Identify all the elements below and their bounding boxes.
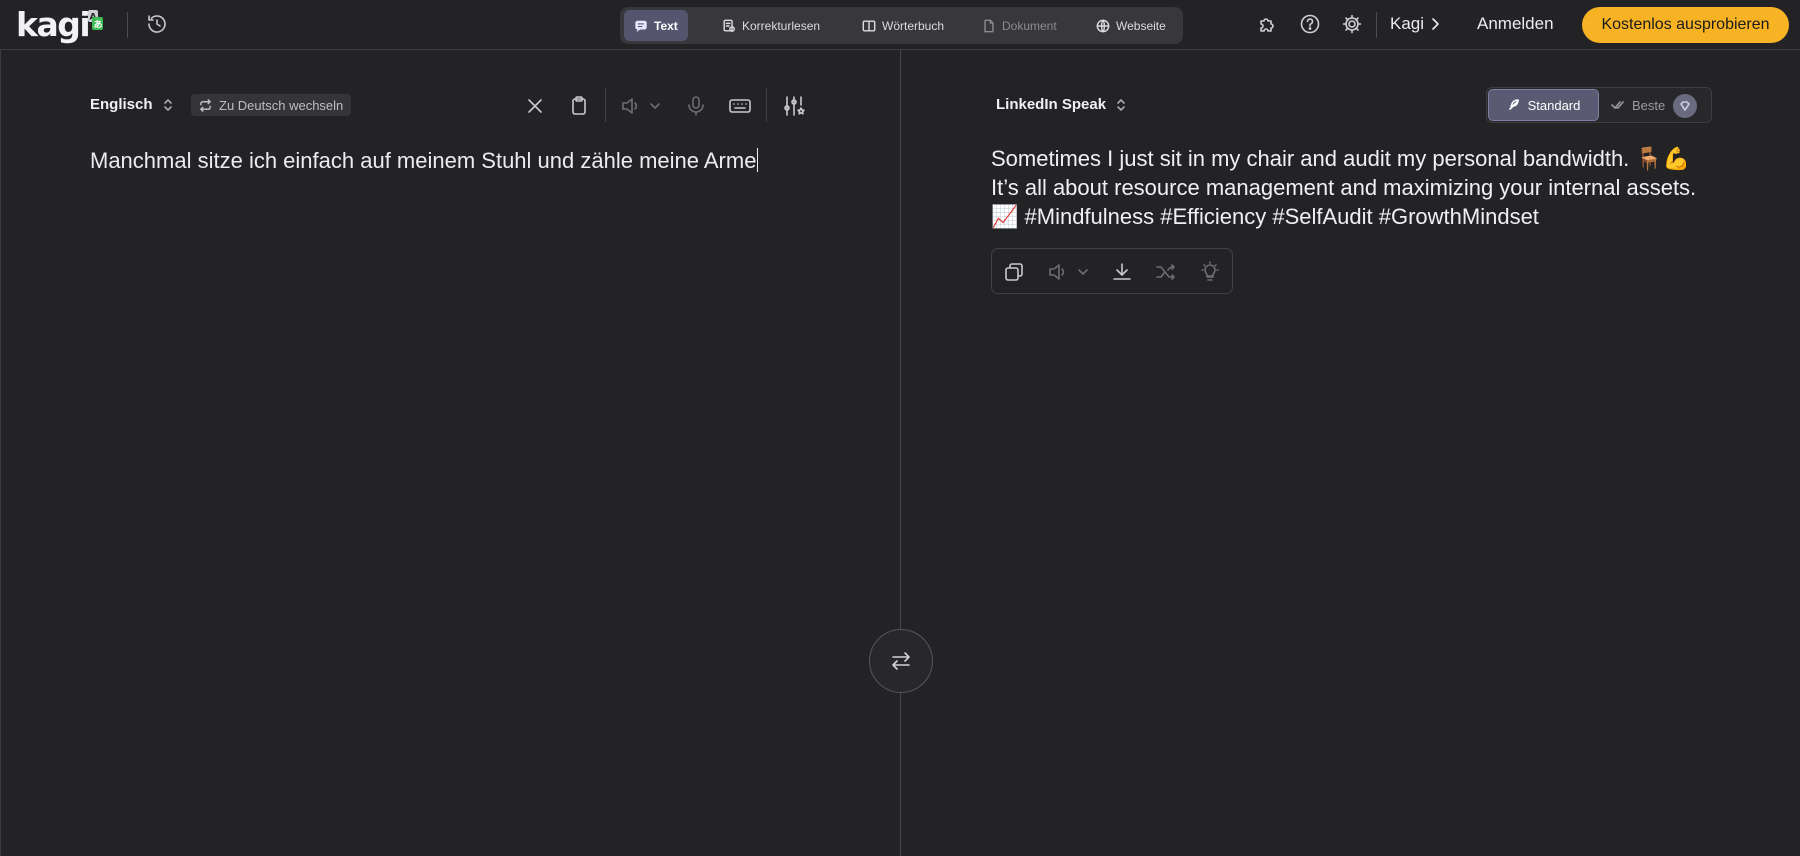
clear-icon[interactable]: [523, 94, 547, 118]
speaker-icon[interactable]: [619, 94, 643, 118]
chevron-down-icon[interactable]: [648, 94, 662, 118]
tab-korrekturlesen[interactable]: Korrekturlesen: [712, 10, 830, 41]
feather-icon: [1508, 99, 1519, 110]
globe-icon: [1096, 19, 1110, 32]
book-icon: [862, 19, 876, 32]
login-link[interactable]: Anmelden: [1477, 14, 1554, 34]
tab-korrekturlesen-label: Korrekturlesen: [742, 18, 821, 33]
keyboard-icon[interactable]: [728, 94, 752, 118]
target-language-label: LinkedIn Speak: [996, 96, 1107, 113]
adjustments-icon[interactable]: [782, 94, 806, 118]
output-toolbar: [991, 248, 1233, 294]
document-icon: [984, 19, 994, 32]
tab-text[interactable]: Text: [624, 10, 688, 41]
tab-webseite[interactable]: Webseite: [1086, 10, 1176, 41]
switch-language-label: Zu Deutsch wechseln: [219, 97, 344, 113]
copy-icon[interactable]: [1002, 260, 1026, 284]
history-icon[interactable]: [145, 12, 169, 36]
swap-languages-button[interactable]: [869, 629, 933, 693]
quality-best-label: Beste: [1632, 97, 1666, 113]
double-check-icon: [1611, 101, 1624, 109]
source-language-label: Englisch: [90, 96, 153, 113]
source-language-select[interactable]: Englisch: [90, 96, 173, 113]
lightbulb-icon[interactable]: [1198, 260, 1222, 284]
tab-woerterbuch-label: Wörterbuch: [882, 18, 945, 33]
target-language-select[interactable]: LinkedIn Speak: [996, 96, 1126, 113]
source-text-value: Manchmal sitze ich einfach auf meinem St…: [90, 148, 757, 173]
tab-dokument[interactable]: Dokument: [972, 10, 1067, 41]
shuffle-icon[interactable]: [1154, 260, 1178, 284]
help-icon[interactable]: [1299, 13, 1321, 35]
source-text-input[interactable]: Manchmal sitze ich einfach auf meinem St…: [90, 146, 830, 175]
try-free-button[interactable]: Kostenlos ausprobieren: [1582, 7, 1789, 43]
svg-text:あ: あ: [94, 20, 103, 31]
swap-arrows-icon: [892, 652, 910, 670]
repeat-icon: [200, 98, 211, 112]
microphone-icon[interactable]: [684, 94, 708, 118]
text-caret: [757, 148, 759, 172]
panel-divider: [900, 50, 901, 856]
download-icon[interactable]: [1110, 260, 1134, 284]
mode-tabs: Text Korrekturlesen Wörterbuch Dokument …: [620, 7, 1183, 44]
chevron-down-icon[interactable]: [1076, 260, 1090, 284]
switch-language-button[interactable]: Zu Deutsch wechseln: [191, 94, 352, 116]
chat-bubble-icon: [635, 20, 647, 32]
quality-best-button[interactable]: Beste: [1611, 89, 1665, 121]
toolbar-divider: [605, 88, 606, 122]
settings-icon[interactable]: [1341, 13, 1363, 35]
kagi-link[interactable]: Kagi: [1390, 14, 1440, 34]
chevron-right-icon: [1432, 18, 1439, 30]
premium-icon: [1673, 94, 1697, 118]
translate-badge-icon: A あ: [72, 8, 110, 32]
quality-toggle: Standard Beste: [1486, 87, 1712, 123]
quality-standard-label: Standard: [1527, 97, 1581, 113]
toolbar-divider: [766, 88, 767, 122]
tab-dokument-label: Dokument: [1002, 18, 1057, 33]
extension-icon[interactable]: [1257, 13, 1279, 35]
clipboard-icon[interactable]: [567, 94, 591, 118]
chevron-updown-icon: [163, 98, 172, 111]
panel-border: [0, 50, 1, 856]
speaker-icon[interactable]: [1046, 260, 1070, 284]
quality-standard-button[interactable]: Standard: [1488, 89, 1599, 121]
top-bar: kagi A あ Text Korrekturlesen: [0, 0, 1800, 50]
divider: [127, 12, 128, 38]
chevron-updown-icon: [1117, 98, 1125, 111]
divider: [1376, 12, 1377, 38]
tab-woerterbuch[interactable]: Wörterbuch: [852, 10, 954, 41]
kagi-link-label: Kagi: [1390, 14, 1425, 33]
proofread-icon: [723, 19, 735, 32]
translation-output: Sometimes I just sit in my chair and aud…: [991, 146, 1697, 229]
tab-text-label: Text: [654, 18, 678, 33]
tab-webseite-label: Webseite: [1116, 18, 1166, 33]
